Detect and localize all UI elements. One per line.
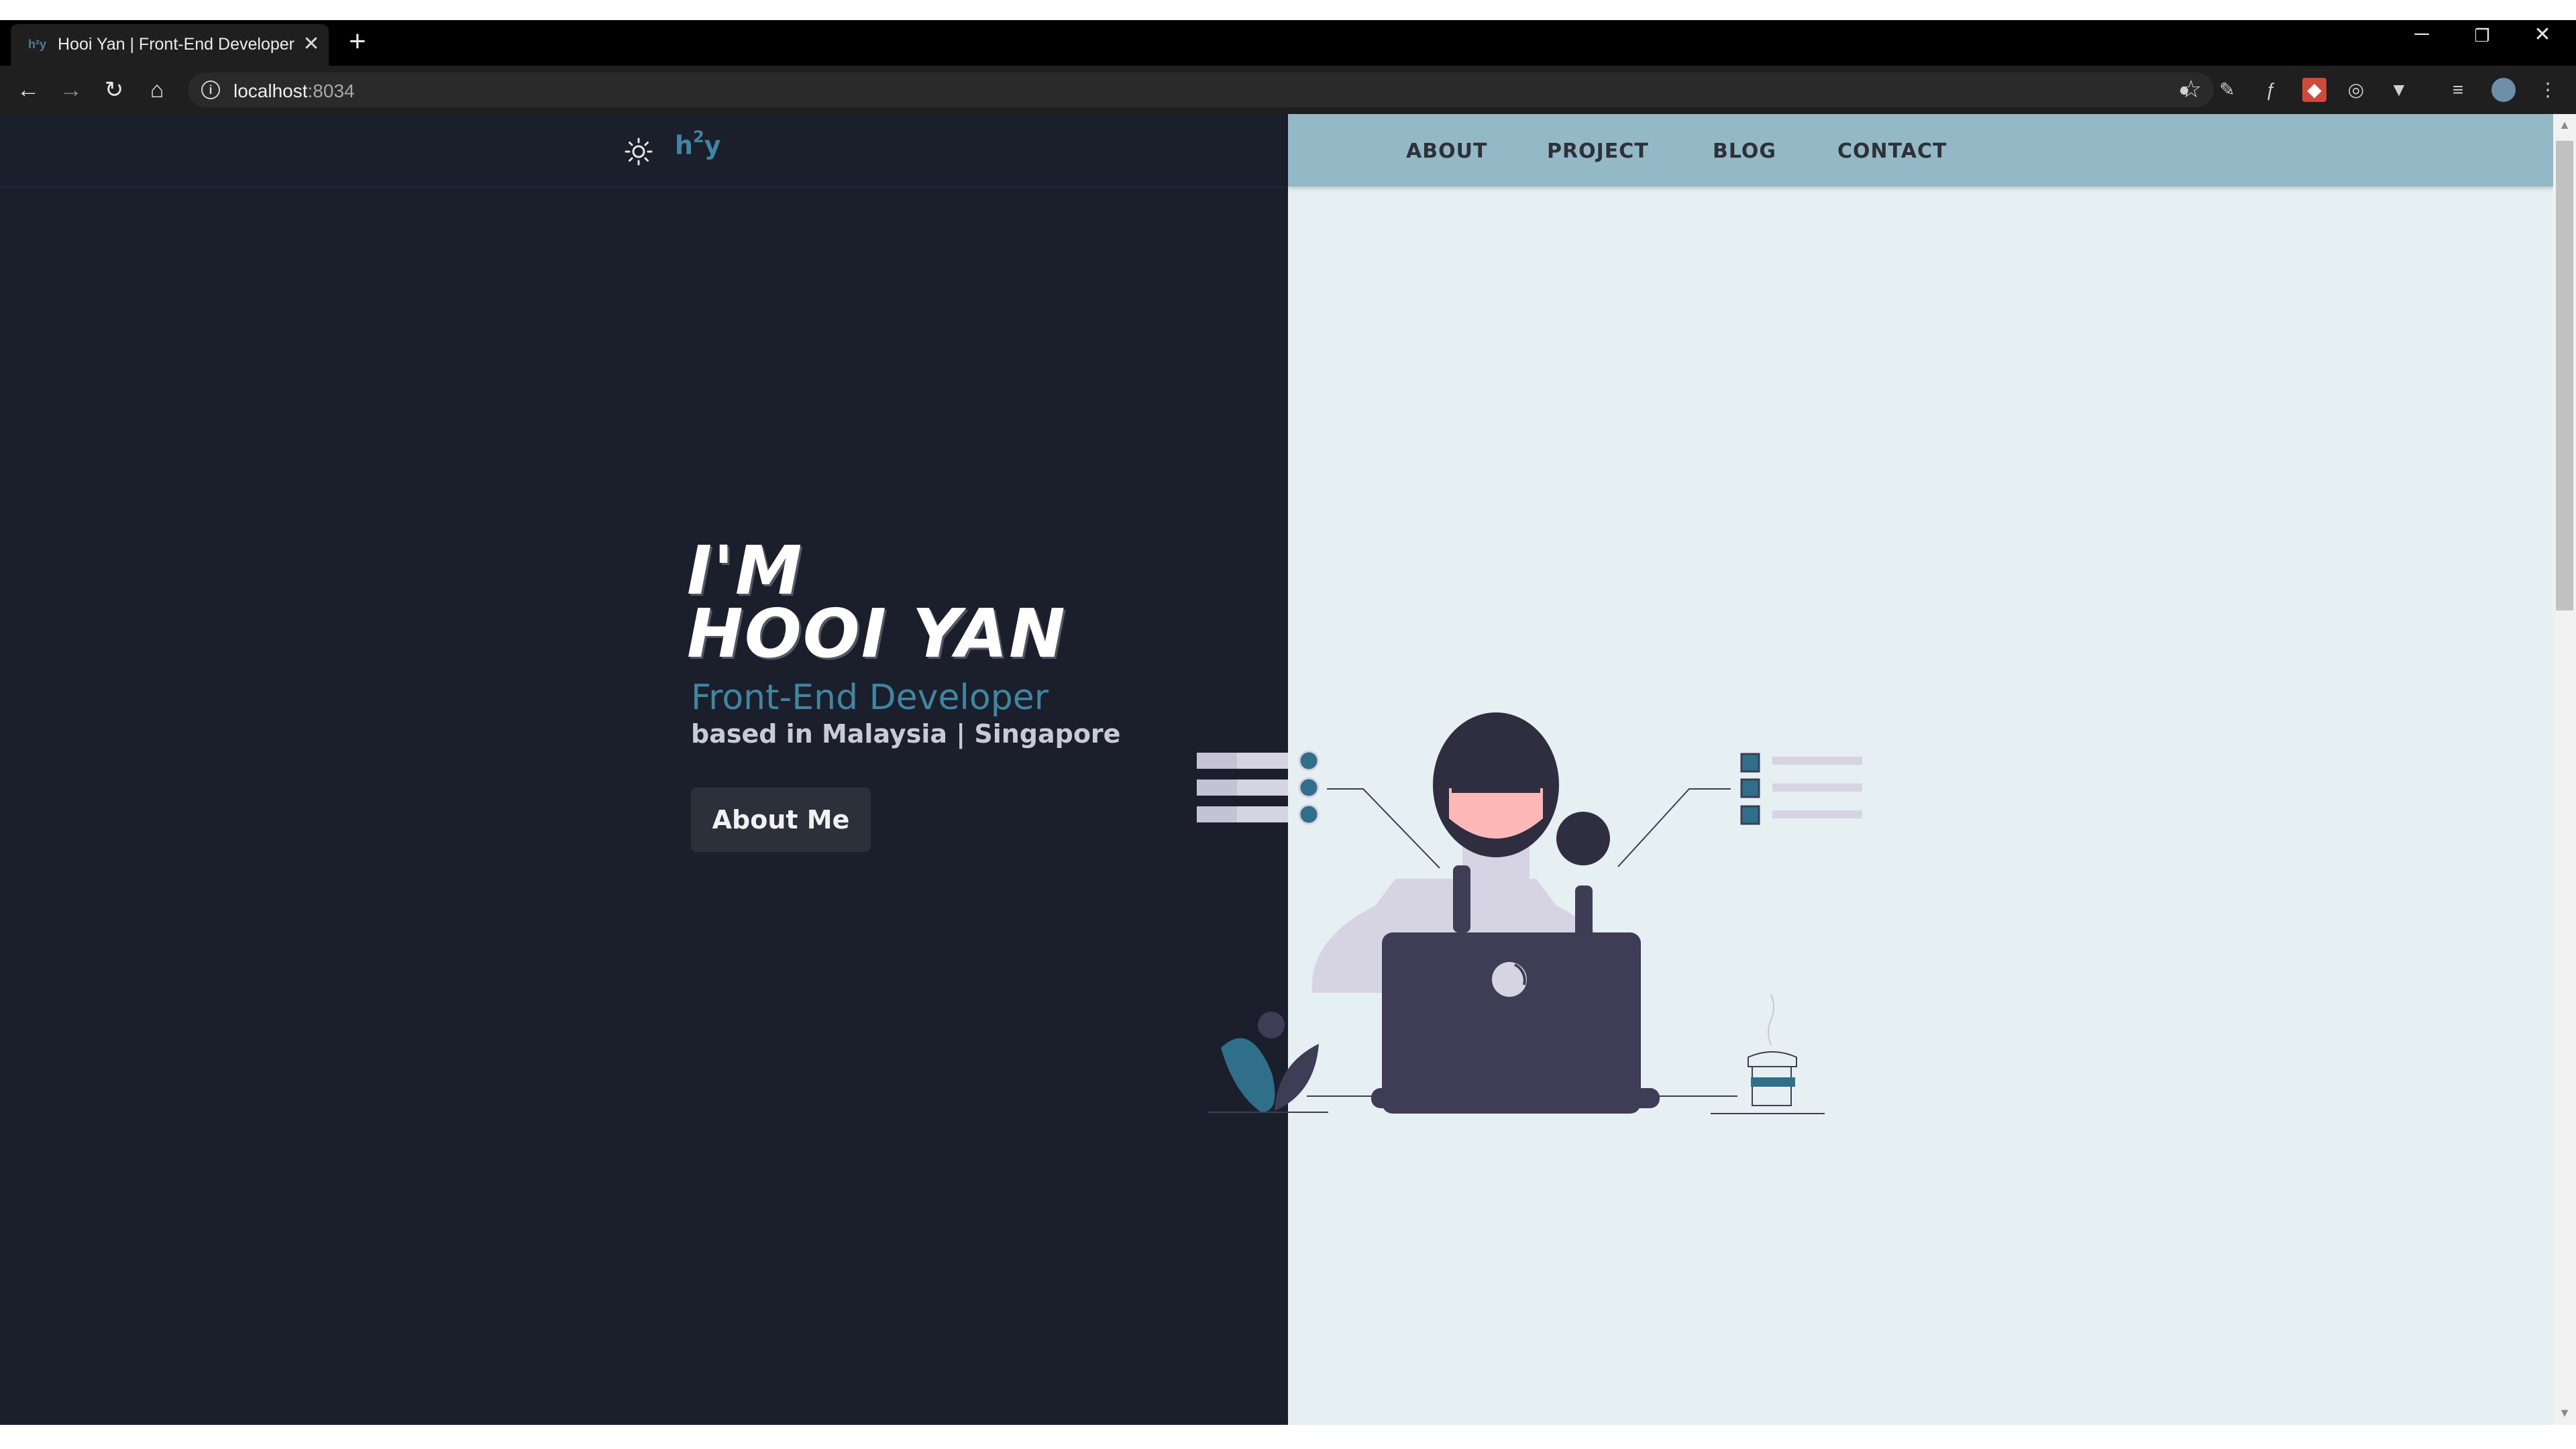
kebab-menu-icon[interactable]: ⋮ <box>2536 78 2560 102</box>
avatar[interactable] <box>2491 78 2516 102</box>
developer-illustration <box>1197 712 1862 1114</box>
bottom-edge <box>0 1425 2576 1449</box>
back-arrow-icon[interactable]: ← <box>13 75 43 105</box>
scroll-down-icon[interactable]: ▼ <box>2556 1406 2573 1424</box>
minimize-window-icon[interactable]: ─ <box>2402 23 2442 46</box>
forward-arrow-icon[interactable]: → <box>56 75 86 105</box>
home-icon[interactable]: ⌂ <box>142 75 172 105</box>
nav-link-blog[interactable]: BLOG <box>1713 140 1776 163</box>
extension-red-icon[interactable]: ◆ <box>2302 78 2326 102</box>
hero-name: HOOI YAN <box>687 594 1067 673</box>
nav-link-project[interactable]: PROJECT <box>1547 140 1649 163</box>
info-icon[interactable]: i <box>201 80 220 99</box>
dark-panel <box>0 114 1288 1425</box>
restore-window-icon[interactable]: ❐ <box>2462 25 2502 46</box>
address-bar[interactable]: i localhost:8034 ☆ <box>188 72 2214 107</box>
scrollbar-thumb[interactable] <box>2556 141 2573 610</box>
extension-mouse-icon[interactable]: ● <box>2172 78 2196 102</box>
reload-icon[interactable]: ↻ <box>99 75 129 105</box>
extension-target-icon[interactable]: ◎ <box>2344 78 2368 102</box>
left-list-illustration <box>1197 750 1440 869</box>
close-window-icon[interactable]: ✕ <box>2522 23 2563 46</box>
page-viewport: h2y ABOUT PROJECT BLOG CONTACT <box>0 114 2553 1425</box>
right-list-illustration <box>1617 753 1862 867</box>
nav-link-contact[interactable]: CONTACT <box>1837 140 1947 163</box>
tab-title: Hooi Yan | Front-End Developer <box>58 35 294 54</box>
playlist-icon[interactable]: ≡ <box>2446 78 2470 102</box>
tab-favicon-icon: h²y <box>28 38 46 51</box>
hero-role: Front-End Developer <box>691 678 1049 718</box>
sun-icon[interactable] <box>624 137 653 166</box>
plant-illustration <box>1208 1012 1328 1113</box>
site-logo[interactable]: h2y <box>675 127 721 160</box>
browser-tab-strip <box>0 20 2576 66</box>
url-text: localhost:8034 <box>233 80 355 101</box>
browser-toolbar: ← → ↻ ⌂ i localhost:8034 ☆ ● ✎ ƒ ◆ ◎ ▼ ≡… <box>0 66 2576 114</box>
extension-formula-icon[interactable]: ƒ <box>2258 78 2282 102</box>
tab-close-icon[interactable]: ✕ <box>299 32 323 56</box>
scroll-up-icon[interactable]: ▲ <box>2556 118 2573 136</box>
browser-tab[interactable]: h²y Hooi Yan | Front-End Developer ✕ <box>11 24 329 66</box>
hero-location: based in Malaysia | Singapore <box>691 719 1121 749</box>
about-me-button[interactable]: About Me <box>691 788 871 852</box>
new-tab-button[interactable]: + <box>349 24 366 59</box>
nav-link-about[interactable]: ABOUT <box>1406 140 1487 163</box>
extension-vue-icon[interactable]: ▼ <box>2387 78 2411 102</box>
extension-pen-icon[interactable]: ✎ <box>2215 78 2239 102</box>
